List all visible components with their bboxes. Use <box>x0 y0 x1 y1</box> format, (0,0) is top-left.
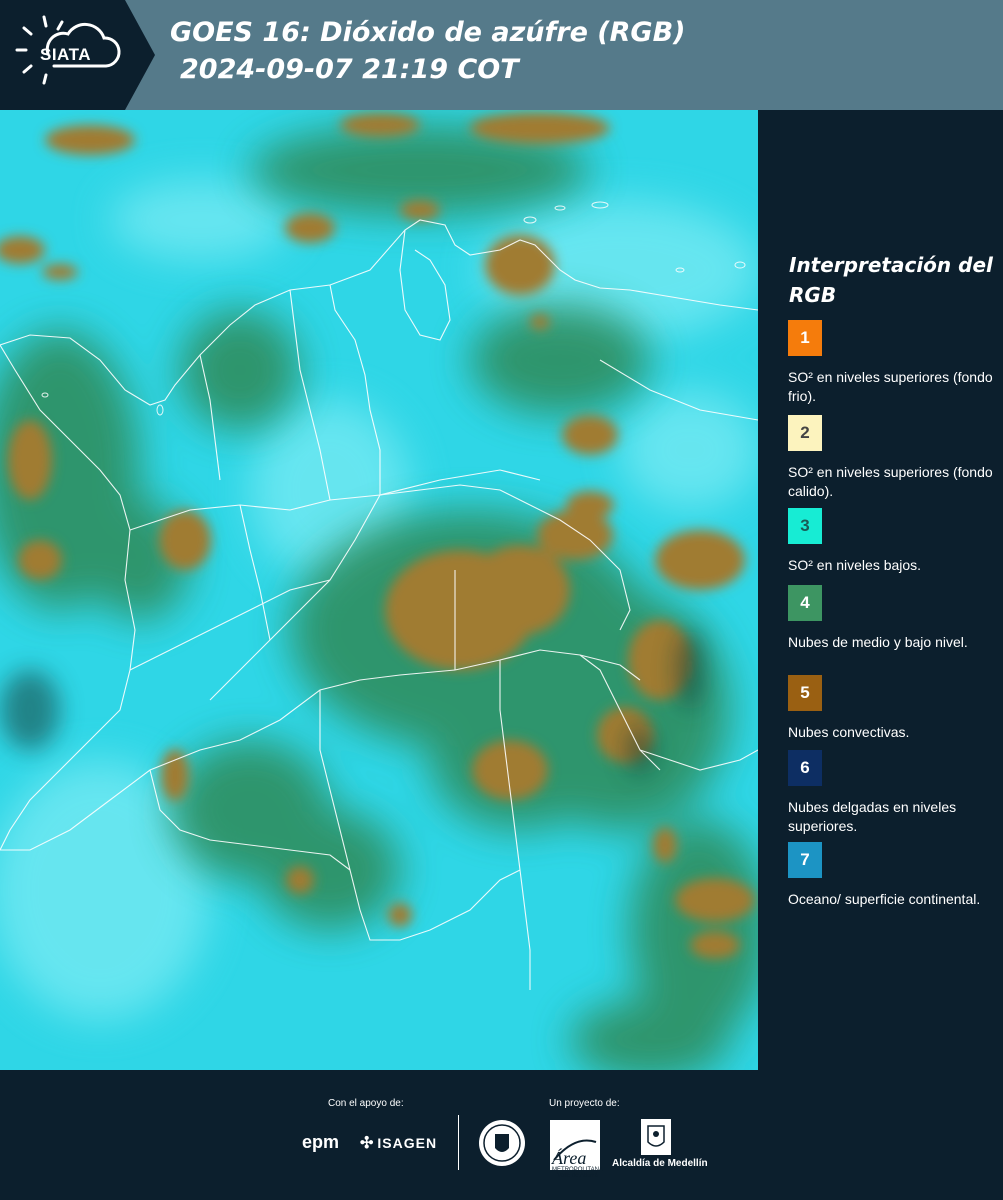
legend-swatch: 3 <box>788 508 822 544</box>
legend-label: Nubes convectivas. <box>788 724 910 740</box>
legend-item: 7 Oceano/ superficie continental. <box>788 842 993 909</box>
project-label: Un proyecto de: <box>549 1098 620 1109</box>
footer-divider <box>458 1115 459 1170</box>
area-metropolitana-subtitle: METROPOLITANA Valle de Aburrá <box>552 1167 603 1179</box>
isagen-logo: ✣ ISAGEN <box>360 1133 437 1153</box>
legend-item: 5 Nubes convectivas. <box>788 675 993 742</box>
legend-item: 2 SO² en niveles superiores (fondo calido… <box>788 415 993 501</box>
legend-item: 4 Nubes de medio y bajo nivel. <box>788 585 993 652</box>
legend-swatch: 7 <box>788 842 822 878</box>
page-title: GOES 16: Dióxido de azúfre (RGB) <box>170 17 686 48</box>
legend-label: Nubes de medio y bajo nivel. <box>788 634 968 650</box>
siata-logo-text: SIATA <box>40 45 91 64</box>
siata-logo: SIATA <box>0 0 155 110</box>
legend-swatch: 1 <box>788 320 822 356</box>
legend-label: Nubes delgadas en niveles superiores. <box>788 799 957 834</box>
satellite-map <box>0 110 758 1070</box>
legend-label: SO² en niveles superiores (fondo frio). <box>788 369 993 404</box>
area-metropolitana-logo-text: Área <box>552 1148 587 1168</box>
legend-label: Oceano/ superficie continental. <box>788 891 981 907</box>
medellin-seal-icon <box>479 1120 525 1166</box>
legend-swatch: 6 <box>788 750 822 786</box>
alcaldia-seal-icon <box>641 1119 671 1155</box>
legend-swatch: 4 <box>788 585 822 621</box>
satellite-image <box>0 110 758 1070</box>
legend-item: 3 SO² en niveles bajos. <box>788 508 993 575</box>
legend-swatch: 5 <box>788 675 822 711</box>
legend-swatch: 2 <box>788 415 822 451</box>
isagen-glyph-icon: ✣ <box>360 1135 375 1152</box>
legend-title: Interpretación del RGB <box>789 253 993 307</box>
page-timestamp: 2024-09-07 21:19 COT <box>180 54 519 85</box>
header-bar: SIATA GOES 16: Dióxido de azúfre (RGB) 2… <box>0 0 1003 110</box>
legend-label: SO² en niveles bajos. <box>788 557 922 573</box>
legend-item: 6 Nubes delgadas en niveles superiores. <box>788 750 993 836</box>
alcaldia-name: Alcaldía de Medellín <box>612 1158 708 1169</box>
legend-label: SO² en niveles superiores (fondo calido)… <box>788 464 993 499</box>
legend-panel: Interpretación del RGB 1 SO² en niveles s… <box>758 110 1003 1070</box>
isagen-logo-text: ISAGEN <box>377 1135 438 1151</box>
footer: Con el apoyo de: Un proyecto de: epm ✣ I… <box>0 1070 1003 1200</box>
support-label: Con el apoyo de: <box>328 1098 404 1109</box>
epm-logo: epm <box>302 1132 340 1152</box>
legend-item: 1 SO² en niveles superiores (fondo frio). <box>788 320 993 406</box>
